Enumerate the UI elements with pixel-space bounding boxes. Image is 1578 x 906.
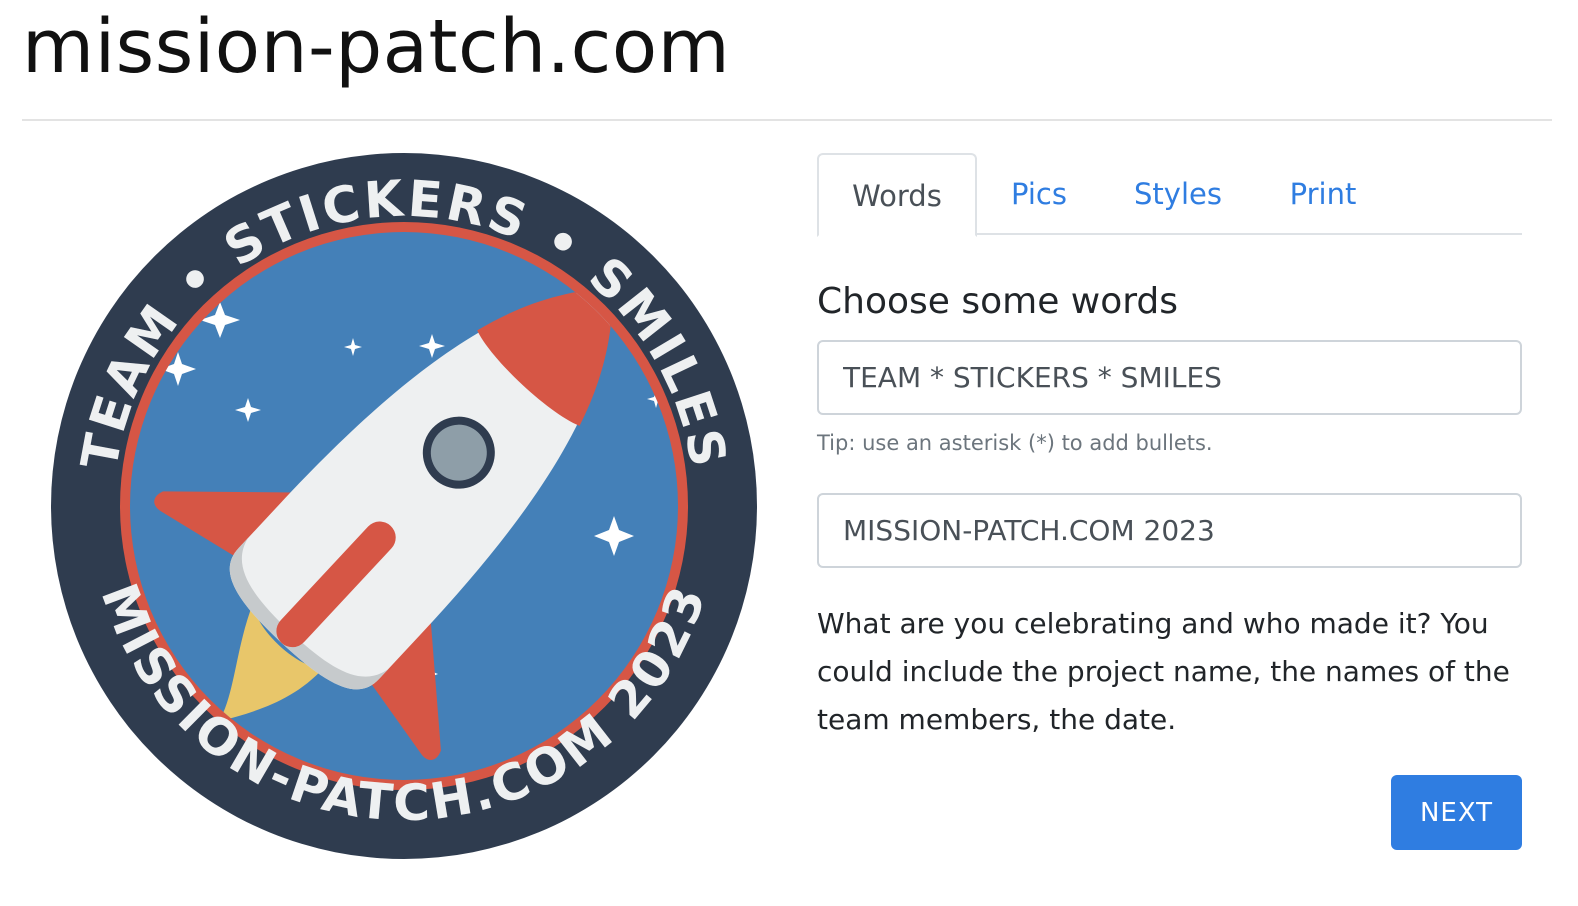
- top-words-input[interactable]: [817, 340, 1522, 415]
- tab-styles[interactable]: Styles: [1117, 153, 1239, 235]
- editor-tabs: Words Pics Styles Print: [817, 153, 1522, 237]
- patch-preview: TEAM • STICKERS • SMILES MISSION-PATCH.C…: [50, 152, 758, 860]
- site-title: mission-patch.com: [22, 4, 731, 90]
- description-text: What are you celebrating and who made it…: [817, 607, 1510, 736]
- tip-text: Tip: use an asterisk (*) to add bullets.: [817, 431, 1213, 455]
- bottom-words-input[interactable]: [817, 493, 1522, 568]
- tab-print[interactable]: Print: [1273, 153, 1373, 235]
- tab-words[interactable]: Words: [817, 153, 977, 237]
- tab-pics[interactable]: Pics: [989, 153, 1089, 235]
- section-heading: Choose some words: [817, 281, 1179, 322]
- patch-svg: TEAM • STICKERS • SMILES MISSION-PATCH.C…: [51, 153, 757, 859]
- next-button[interactable]: NEXT: [1391, 775, 1522, 850]
- title-divider: [22, 119, 1552, 121]
